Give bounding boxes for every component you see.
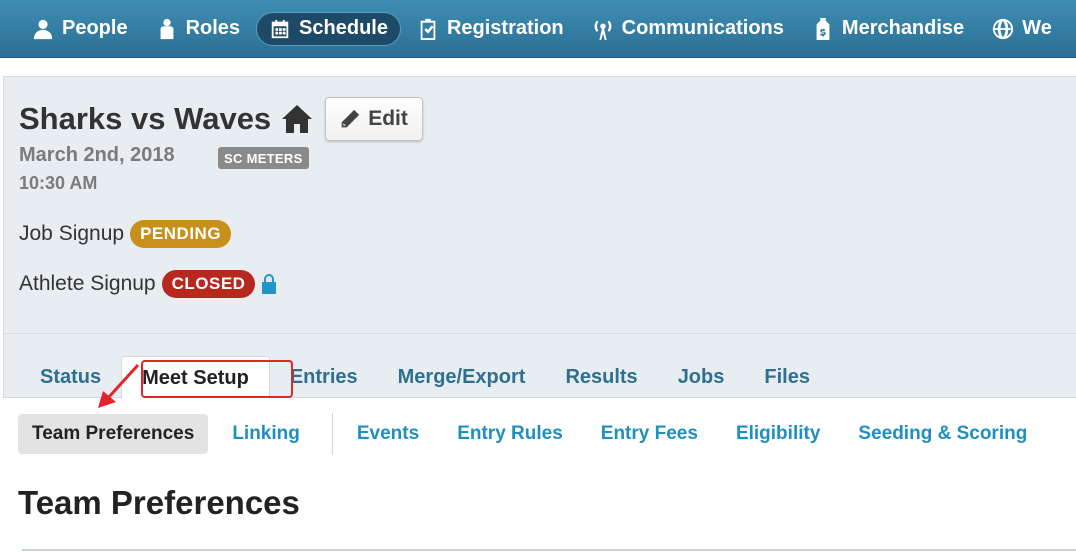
nav-label: Roles (185, 17, 241, 39)
price-tag-icon (816, 17, 830, 40)
subnav-entry-rules[interactable]: Entry Rules (443, 414, 577, 454)
setup-subnav: Team Preferences Linking Events Entry Ru… (18, 413, 1051, 455)
tab-results[interactable]: Results (545, 356, 657, 398)
edit-button-label: Edit (368, 107, 408, 130)
edit-button[interactable]: Edit (325, 97, 423, 141)
person-icon (33, 19, 53, 39)
subnav-events[interactable]: Events (343, 414, 433, 454)
subnav-separator (331, 413, 333, 455)
nav-label: People (62, 17, 128, 39)
athlete-signup-status-badge: CLOSED (161, 270, 256, 298)
lock-icon (262, 274, 277, 294)
meet-time: 10:30 AM (19, 173, 98, 193)
tab-entries[interactable]: Entries (270, 356, 378, 398)
subnav-linking[interactable]: Linking (218, 414, 314, 454)
annotation-arrow-icon (98, 363, 140, 408)
globe-icon (993, 18, 1014, 39)
nav-communications[interactable]: Communications (580, 12, 796, 46)
job-signup-row: Job Signup PENDING (19, 220, 232, 248)
section-title: Team Preferences (18, 484, 300, 521)
meet-date: March 2nd, 2018 (19, 144, 175, 166)
subnav-seeding-scoring[interactable]: Seeding & Scoring (844, 414, 1041, 454)
content-divider (22, 549, 1076, 551)
subnav-eligibility[interactable]: Eligibility (722, 414, 834, 454)
subnav-entry-fees[interactable]: Entry Fees (587, 414, 712, 454)
nav-schedule[interactable]: Schedule (256, 11, 401, 46)
meet-header-panel: Sharks vs Waves Edit March 2nd, 2018 SC … (3, 76, 1076, 398)
nav-label: We (1022, 17, 1052, 39)
nav-roles[interactable]: Roles (144, 12, 252, 46)
title-row: Sharks vs Waves Edit (19, 97, 423, 141)
clipboard-check-icon (420, 18, 436, 40)
job-signup-status-badge: PENDING (130, 220, 232, 248)
panel-divider (4, 333, 1076, 334)
tab-jobs[interactable]: Jobs (658, 356, 745, 398)
antenna-icon (594, 20, 612, 40)
athlete-signup-label: Athlete Signup (19, 272, 156, 295)
nav-label: Merchandise (841, 17, 965, 39)
nav-label: Communications (621, 17, 784, 39)
subnav-team-preferences[interactable]: Team Preferences (18, 414, 209, 454)
pencil-icon (341, 109, 360, 128)
nav-people[interactable]: People (20, 12, 140, 46)
calendar-icon (271, 19, 289, 38)
nav-merchandise[interactable]: Merchandise (800, 12, 976, 46)
top-nav: People Roles Schedule Registration Commu… (0, 0, 1076, 58)
athlete-signup-row: Athlete Signup CLOSED (19, 270, 277, 298)
nav-label: Registration (446, 17, 564, 39)
job-signup-label: Job Signup (19, 222, 125, 245)
course-badge: SC METERS (218, 147, 309, 169)
roles-icon (160, 18, 173, 39)
tab-merge-export[interactable]: Merge/Export (378, 356, 546, 398)
tab-files[interactable]: Files (744, 356, 830, 398)
meet-title: Sharks vs Waves (19, 101, 272, 136)
home-icon (282, 105, 313, 133)
nav-registration[interactable]: Registration (405, 12, 576, 46)
nav-label: Schedule (299, 17, 388, 39)
nav-website[interactable]: We (980, 12, 1064, 46)
